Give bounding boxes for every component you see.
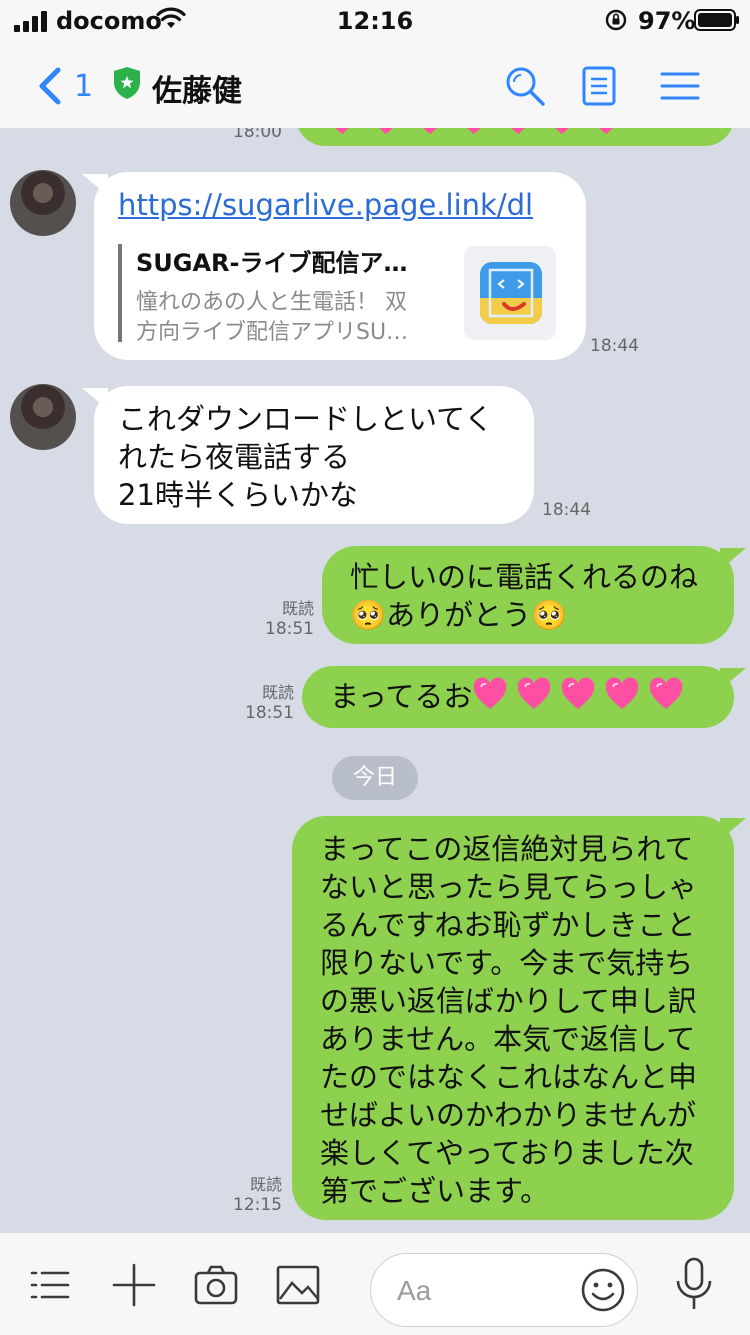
message-line: 限りないです。今まで気持ち [320,946,694,980]
text-message-bubble[interactable]: これダウンロードしといてく れたら夜電話する 21時半くらいかな [94,386,534,524]
preview-description: 憧れのあの人と生電話！ 双 方向ライブ配信アプリSU… [136,290,409,345]
microphone-icon[interactable] [672,1257,716,1311]
long-message-bubble[interactable]: まってこの返信絶対見られて ないと思ったら見てらっしゃ るんですねお恥ずかしきこと限… [292,816,734,1220]
menu-icon[interactable] [658,64,702,108]
avatar[interactable] [10,384,76,450]
message-line: 21時半くらいかな [118,478,358,512]
message-bubble-partial [296,128,734,146]
heart-row [472,677,684,720]
message-line: たのではなくこれはなんと申 [320,1060,698,1094]
message-line: れたら夜電話する [118,440,351,474]
back-unread-count: 1 [74,68,94,104]
message-line: ないと思ったら見てらっしゃ [320,870,698,904]
list-menu-icon[interactable] [28,1263,72,1307]
back-button[interactable]: 1 [36,62,93,110]
avatar[interactable] [10,170,76,236]
message-line: 楽しくてやっておりました次 [320,1136,694,1170]
heart-emoji [604,677,640,720]
message-line: 忙しいのに電話くれるのね [350,560,699,594]
message-list[interactable]: 18:00 https://sugarlive.page.link/dl SUG… [0,128,750,1232]
message-input[interactable] [395,1270,569,1312]
text-message-bubble[interactable]: 忙しいのに電話くれるのね 🥺ありがとう🥺 [322,546,734,644]
heart-emoji [648,677,684,720]
pleading-face-emoji: 🥺 [350,598,387,632]
search-icon[interactable] [503,64,547,108]
message-line: これダウンロードしといてく [118,402,494,436]
sugar-app-icon [480,262,542,324]
chevron-left-icon [39,67,61,105]
heart-emoji [324,128,360,145]
heart-emoji [456,128,492,145]
rotation-lock-icon [605,9,627,31]
message-read-status: 既読 12:15 [233,1175,282,1215]
message-text: まってるお [330,679,473,714]
message-line: るんですねお恥ずかしきこと [320,908,696,942]
message-line: 第でございます。 [320,1174,550,1208]
preview-title: SUGAR-ライブ配信ア… [136,249,408,277]
message-line: 🥺ありがとう🥺 [350,598,568,632]
message-line: の悪い返信ばかりして申し訳 [320,984,697,1018]
chat-header: 1 佐藤健 [0,44,750,129]
message-time: 18:00 [233,128,282,142]
contact-name: 佐藤健 [152,74,242,109]
message-link[interactable]: https://sugarlive.page.link/dl [118,186,533,224]
heart-row [324,128,624,145]
message-input-box[interactable] [370,1253,638,1327]
message-time: 18:44 [542,500,591,520]
heart-emoji [516,677,552,720]
preview-thumbnail [464,246,556,340]
image-icon[interactable] [276,1263,320,1307]
pleading-face-emoji: 🥺 [531,598,568,632]
heart-emoji [412,128,448,145]
plus-icon[interactable] [112,1263,156,1307]
message-read-status: 既読 18:51 [245,683,294,723]
shield-icon [114,67,140,99]
message-time: 18:44 [590,336,639,356]
battery-percent: 97% [638,7,696,35]
heart-emoji [560,677,596,720]
emoji-icon[interactable] [579,1266,627,1314]
status-bar: docomo 12:16 97% [0,0,750,44]
link-preview[interactable]: SUGAR-ライブ配信ア… 憧れのあの人と生電話！ 双 方向ライブ配信アプリSU… [118,244,458,345]
message-line: ありません。本気で返信して [320,1022,696,1056]
input-bar [0,1232,750,1335]
message-read-status: 既読 18:51 [265,599,314,639]
text-message-bubble[interactable]: まってるお [302,666,734,728]
link-message-bubble[interactable]: https://sugarlive.page.link/dl SUGAR-ライブ… [94,172,586,360]
heart-emoji [544,128,580,145]
heart-emoji [588,128,624,145]
message-line: まってこの返信絶対見られて [320,832,694,866]
message-line: せばよいのかわかりませんが [320,1098,697,1132]
date-separator: 今日 [332,756,418,800]
heart-emoji [368,128,404,145]
camera-icon[interactable] [194,1263,238,1307]
message-text: まってこの返信絶対見られて ないと思ったら見てらっしゃ るんですねお恥ずかしきこと限… [320,830,706,1210]
notes-icon[interactable] [577,64,621,108]
battery-icon [694,9,739,31]
heart-emoji [500,128,536,145]
heart-emoji [472,677,508,720]
